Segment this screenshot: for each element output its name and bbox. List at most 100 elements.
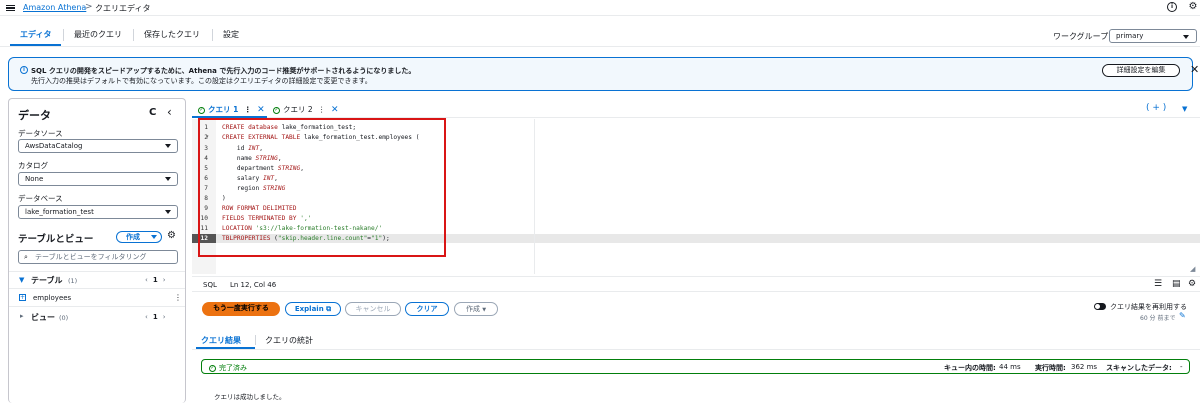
catalog-select[interactable]: None — [18, 172, 178, 186]
banner-text: 先行入力の推奨はデフォルトで有効になっています。この設定はクエリエディタの詳細設… — [31, 77, 372, 85]
keyboard-icon[interactable]: ▤ — [1172, 279, 1181, 289]
tables-header[interactable]: テーブル — [31, 275, 63, 286]
editor-status-bar: SQL Ln 12, Col 46 ☰ ▤ ⚙ — [192, 276, 1200, 292]
create-button-label: 作成 — [126, 233, 140, 241]
close-icon[interactable]: ✕ — [257, 105, 265, 115]
create-button[interactable]: 作成 — [116, 231, 162, 243]
cancel-button[interactable]: キャンセル — [345, 302, 401, 316]
query-tab-1[interactable]: ✓ クエリ 1 ⋮ ✕ — [198, 104, 265, 115]
edit-settings-button[interactable]: 詳細設定を編集 — [1102, 64, 1180, 77]
datasource-select[interactable]: AwsDataCatalog — [18, 139, 178, 153]
queue-time-value: 44 ms — [999, 363, 1021, 371]
tables-pager: ‹ 1 › — [145, 276, 166, 284]
views-pager: ‹ 1 › — [145, 313, 166, 321]
caret-down-icon — [165, 177, 171, 181]
close-icon[interactable]: ✕ — [331, 105, 339, 115]
views-count: (0) — [59, 314, 69, 322]
tab-divider — [63, 29, 64, 41]
exec-time-label: 実行時間: — [1035, 364, 1066, 372]
divider — [9, 306, 185, 307]
status-text: 完了済み — [219, 364, 247, 372]
views-page: 1 — [152, 313, 158, 321]
info-icon[interactable]: i — [1167, 2, 1177, 12]
divider — [9, 288, 185, 289]
caret-collapsed-icon[interactable]: ▸ — [20, 312, 24, 320]
tabs-dropdown-icon[interactable]: ▼ — [1182, 105, 1187, 113]
success-icon: ✓ — [198, 106, 205, 114]
cursor-position: Ln 12, Col 46 — [230, 281, 277, 289]
scanned-data-label: スキャンしたデータ: — [1106, 364, 1172, 372]
breadcrumb-athena-link[interactable]: Amazon Athena — [23, 3, 86, 12]
format-icon[interactable]: ☰ — [1154, 279, 1162, 289]
filter-placeholder: テーブルとビューをフィルタリング — [35, 253, 147, 261]
datasource-label: データソース — [18, 129, 63, 138]
workgroup-label: ワークグループ — [1053, 32, 1109, 41]
data-panel-title: データ — [18, 109, 51, 122]
print-margin — [534, 119, 535, 274]
clear-button[interactable]: クリア — [405, 302, 449, 316]
query-status-bar: ✓ 完了済み キュー内の時間: 44 ms 実行時間: 362 ms スキャンした… — [201, 359, 1190, 374]
active-tab-indicator — [196, 347, 255, 349]
more-options-icon[interactable]: ⋮ — [174, 293, 182, 302]
banner-title: SQL クエリの開発をスピードアップするために、Athena で先行入力のコード… — [31, 67, 416, 75]
pager-next-icon[interactable]: › — [163, 313, 166, 321]
settings-icon[interactable]: ⚙ — [1188, 279, 1196, 289]
pager-next-icon[interactable]: › — [163, 276, 166, 284]
edit-icon[interactable]: ✎ — [1179, 311, 1186, 320]
add-query-tab-button[interactable]: ( + ) — [1146, 103, 1166, 113]
tab-divider — [212, 29, 213, 41]
pager-prev-icon[interactable]: ‹ — [145, 276, 148, 284]
catalog-value: None — [25, 175, 44, 183]
query-tab-2-label: クエリ 2 — [283, 105, 313, 114]
explain-button[interactable]: Explain ⧉ — [285, 302, 341, 316]
tables-views-title: テーブルとビュー — [18, 234, 94, 245]
queue-time-label: キュー内の時間: — [944, 364, 996, 372]
workgroup-select[interactable]: primary — [1109, 29, 1197, 43]
caret-expanded-icon[interactable]: ▼ — [19, 276, 24, 284]
caret-down-icon — [165, 210, 171, 214]
query-tabs: ✓ クエリ 1 ⋮ ✕ ✓ クエリ 2 ⋮ ✕ ( + ) ▼ — [192, 102, 1200, 118]
datasource-value: AwsDataCatalog — [25, 142, 83, 150]
result-tabs: クエリ結果 クエリの統計 — [192, 333, 1200, 350]
tab-recent-queries[interactable]: 最近のクエリ — [74, 24, 122, 46]
menu-icon[interactable] — [6, 3, 15, 12]
close-icon[interactable]: ✕ — [1190, 63, 1199, 76]
tab-editor[interactable]: エディタ — [10, 24, 62, 46]
reuse-results-toggle[interactable] — [1094, 303, 1106, 310]
table-filter-input[interactable]: ⌕ テーブルとビューをフィルタリング — [18, 250, 178, 264]
success-icon: ✓ — [273, 106, 280, 114]
info-icon: i — [20, 66, 28, 74]
table-item-employees[interactable]: employees — [33, 294, 71, 302]
data-panel: データ C ‹ データソース AwsDataCatalog カタログ None … — [8, 98, 186, 403]
refresh-icon[interactable]: C — [149, 107, 156, 118]
tab-divider — [133, 29, 134, 41]
more-options-icon[interactable]: ⋮ — [318, 105, 326, 114]
caret-down-icon — [1183, 35, 1189, 39]
search-icon: ⌕ — [24, 253, 28, 261]
tab-saved-queries[interactable]: 保存したクエリ — [144, 24, 200, 46]
pager-prev-icon[interactable]: ‹ — [145, 313, 148, 321]
settings-icon[interactable]: ⚙ — [1188, 2, 1198, 12]
exec-time-value: 362 ms — [1071, 363, 1098, 371]
caret-down-icon — [151, 235, 157, 239]
success-icon: ✓ — [209, 364, 216, 372]
tab-settings[interactable]: 設定 — [223, 24, 239, 46]
tab-query-stats[interactable]: クエリの統計 — [265, 335, 313, 346]
top-navigation-bar: Amazon Athena > クエリエディタ i ⚙ — [0, 0, 1200, 16]
main-tabs: エディタ 最近のクエリ 保存したクエリ 設定 — [0, 24, 1200, 46]
tab-query-results[interactable]: クエリ結果 — [201, 335, 241, 346]
explain-label: Explain — [294, 305, 324, 313]
table-plus-icon[interactable]: + — [19, 294, 26, 301]
create-dropdown-button[interactable]: 作成 ▼ — [454, 302, 498, 316]
database-select[interactable]: lake_formation_test — [18, 205, 178, 219]
collapse-icon[interactable]: ‹ — [167, 105, 172, 119]
tables-page: 1 — [152, 276, 158, 284]
settings-icon[interactable]: ⚙ — [167, 230, 176, 241]
workgroup-value: primary — [1116, 32, 1144, 40]
annotation-highlight-box — [198, 118, 446, 257]
resize-handle-icon[interactable]: ◢ — [1190, 265, 1195, 273]
more-options-icon[interactable]: ⋮ — [244, 105, 252, 114]
views-header[interactable]: ビュー — [31, 312, 55, 323]
run-again-button[interactable]: もう一度実行する — [202, 302, 280, 316]
query-tab-2[interactable]: ✓ クエリ 2 ⋮ ✕ — [273, 104, 338, 115]
